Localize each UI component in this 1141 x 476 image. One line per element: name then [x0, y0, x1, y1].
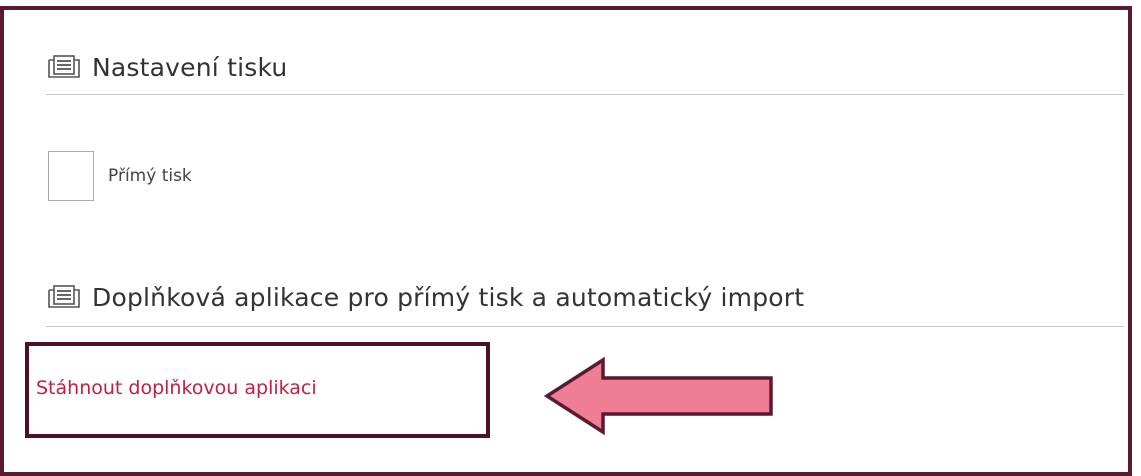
direct-print-label[interactable]: Přímý tisk [108, 166, 192, 186]
arrow-left-icon [543, 356, 773, 436]
print-settings-header: Nastavení tisku [46, 47, 1124, 87]
download-addon-link[interactable]: Stáhnout doplňkovou aplikaci [36, 377, 317, 399]
printer-icon [46, 284, 82, 310]
printer-icon [46, 54, 82, 80]
addon-app-header: Doplňková aplikace pro přímý tisk a auto… [46, 277, 1124, 317]
print-settings-title: Nastavení tisku [92, 52, 288, 82]
direct-print-checkbox[interactable] [48, 151, 94, 201]
section-divider [46, 326, 1124, 327]
addon-app-title: Doplňková aplikace pro přímý tisk a auto… [92, 282, 805, 312]
section-divider [46, 94, 1124, 95]
